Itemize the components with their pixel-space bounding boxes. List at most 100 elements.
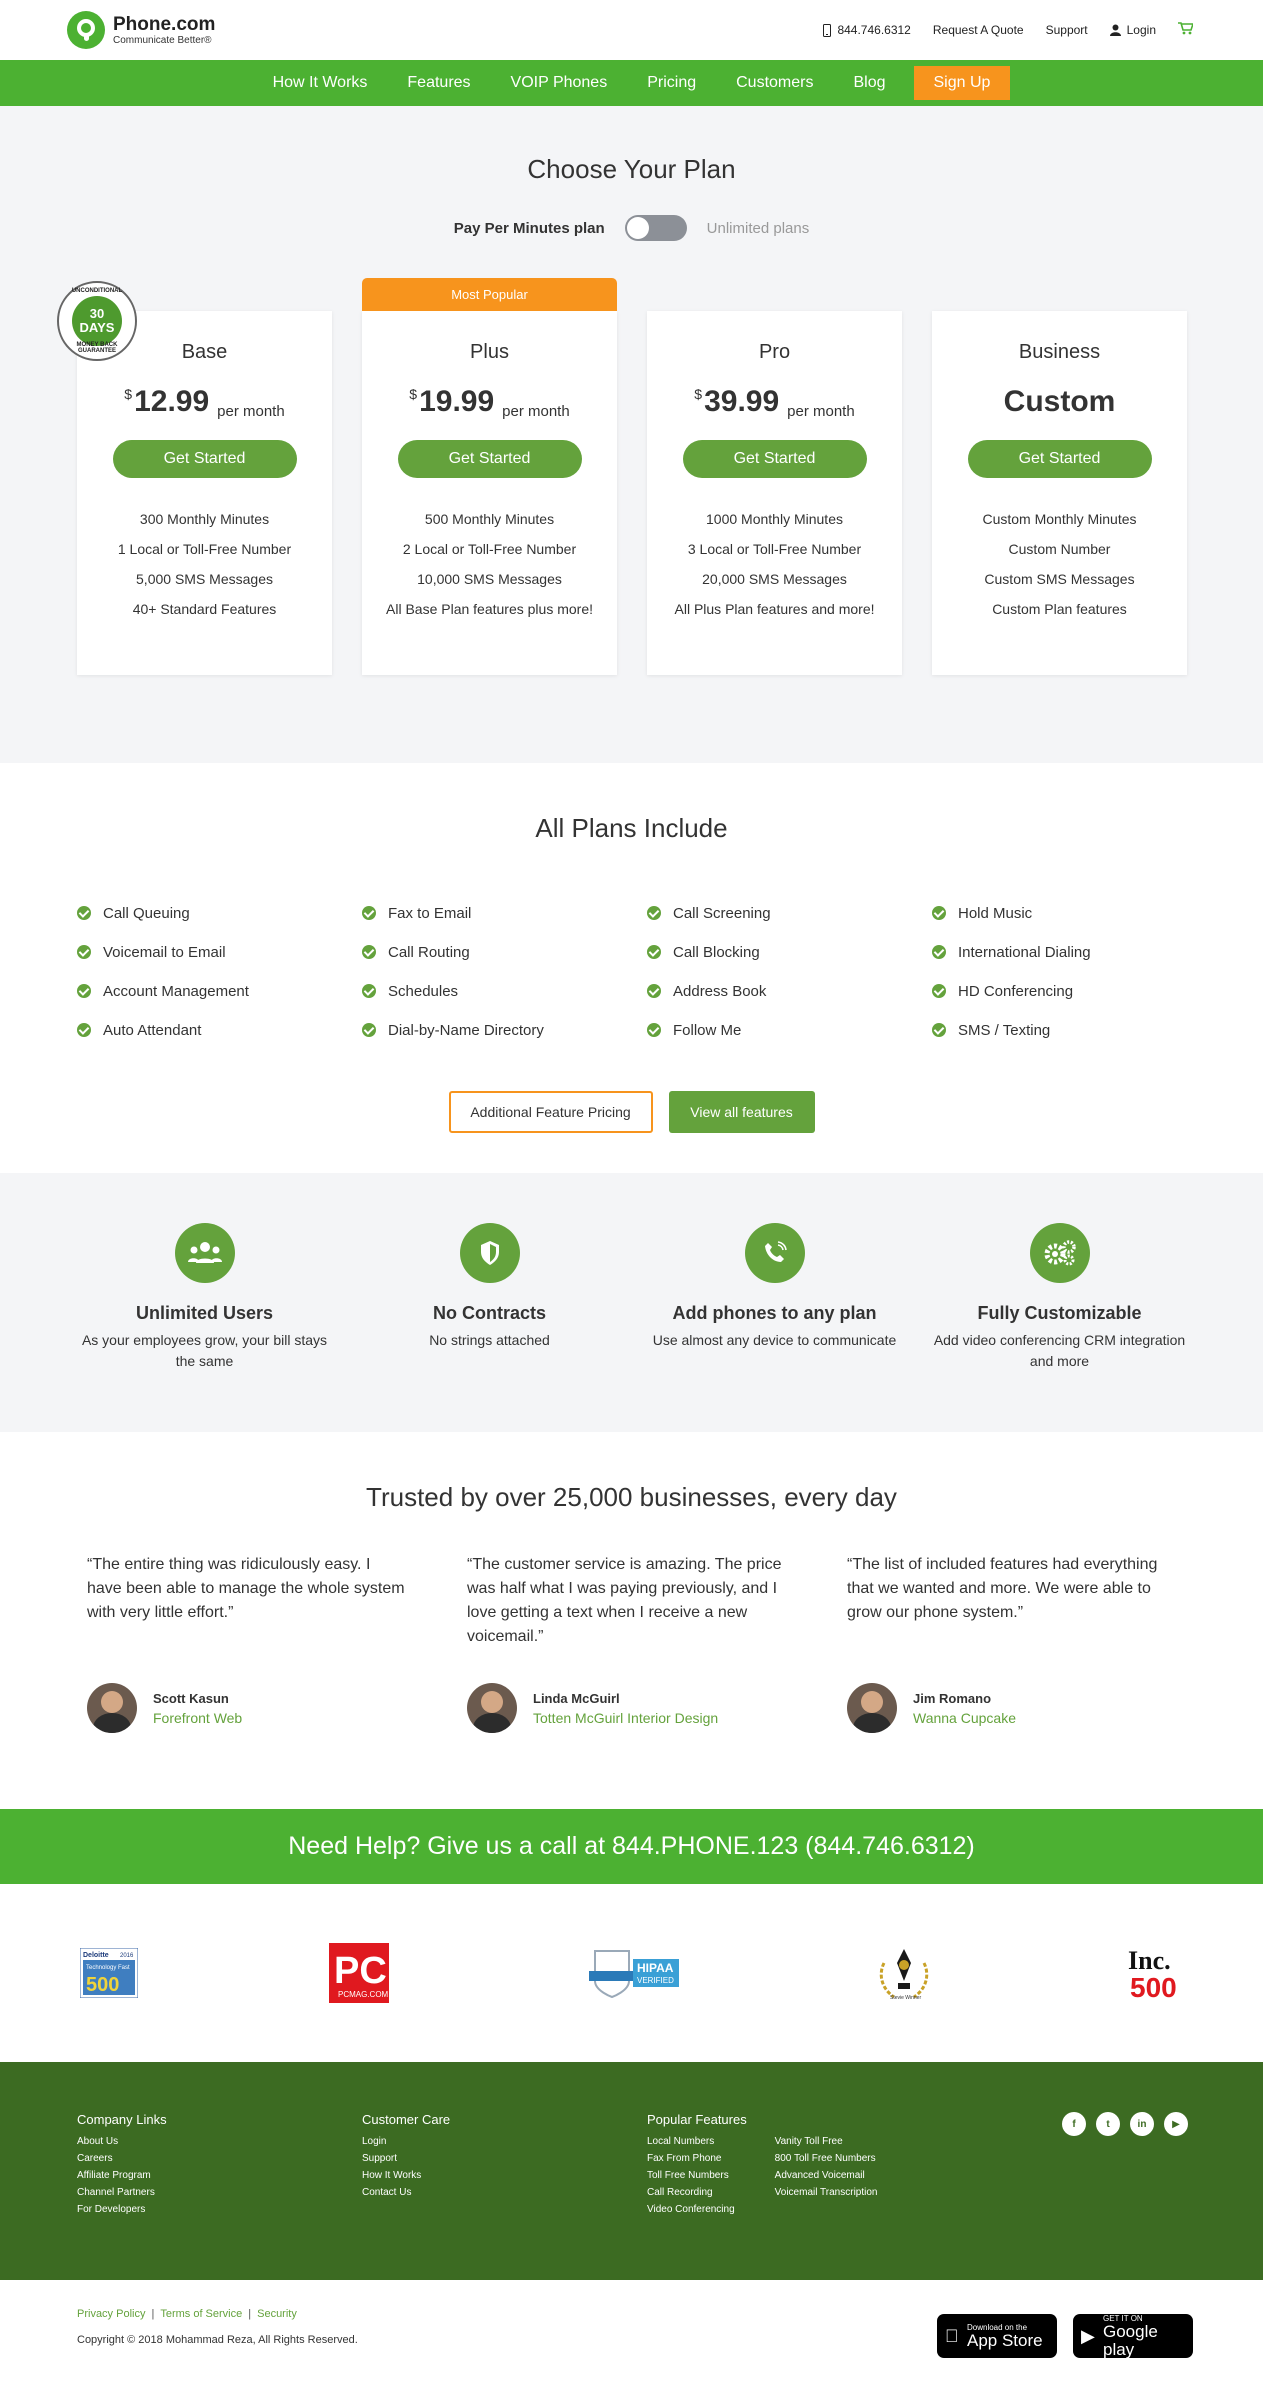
footer-link[interactable]: Fax From Phone [647, 2150, 735, 2167]
footer-link[interactable]: Login [362, 2133, 647, 2150]
help-banner[interactable]: Need Help? Give us a call at 844.PHONE.1… [0, 1809, 1263, 1884]
apple-icon:  [945, 2326, 959, 2347]
support-link[interactable]: Support [1046, 23, 1088, 37]
plan-type-switch[interactable] [624, 215, 687, 241]
check-icon [647, 984, 661, 998]
testimonial-name: Jim Romano [913, 1690, 992, 1706]
svg-text:Inc.: Inc. [1128, 1946, 1171, 1975]
footer-link[interactable]: Vanity Toll Free [775, 2133, 878, 2150]
request-quote-link[interactable]: Request A Quote [933, 23, 1024, 37]
list-item: Voicemail to Email [77, 943, 362, 961]
money-back-badge: UNCONDITIONAL 30 DAYS MONEY BACK GUARANT… [57, 281, 137, 361]
check-icon [77, 984, 91, 998]
list-item: HD Conferencing [932, 982, 1217, 1000]
get-started-button[interactable]: Get Started [112, 440, 297, 478]
check-icon [932, 1023, 946, 1037]
footer-link[interactable]: Channel Partners [77, 2184, 362, 2201]
check-icon [362, 984, 376, 998]
footer-link[interactable]: Video Conferencing [647, 2201, 735, 2218]
nav-customers[interactable]: Customers [716, 60, 833, 106]
phone-link[interactable]: 844.746.6312 [823, 23, 911, 37]
footer-link[interactable]: Affiliate Program [77, 2167, 362, 2184]
testimonial-company[interactable]: Forefront Web [153, 1710, 242, 1726]
testimonial-company[interactable]: Totten McGuirl Interior Design [533, 1710, 718, 1726]
plan-features: Custom Monthly Minutes Custom Number Cus… [932, 504, 1187, 624]
benefit-title: Add phones to any plan [672, 1303, 877, 1323]
plan-price: $ 39.99 per month [694, 385, 855, 420]
privacy-policy-link[interactable]: Privacy Policy [77, 2308, 145, 2320]
check-icon [932, 945, 946, 959]
user-icon [1109, 24, 1121, 36]
list-item: 1000 Monthly Minutes [706, 511, 843, 527]
view-all-features-button[interactable]: View all features [668, 1091, 815, 1133]
list-item: All Base Plan features plus more! [386, 601, 593, 617]
youtube-icon[interactable]: ▶ [1164, 2112, 1188, 2136]
list-item: 40+ Standard Features [132, 601, 277, 617]
check-icon [77, 906, 91, 920]
footer-popular-features: Popular Features Local Numbers Fax From … [647, 2112, 932, 2280]
signup-button[interactable]: Sign Up [913, 66, 1011, 100]
facebook-icon[interactable]: f [1062, 2112, 1086, 2136]
footer-link[interactable]: Local Numbers [647, 2133, 735, 2150]
terms-link[interactable]: Terms of Service [160, 2308, 242, 2320]
check-icon [362, 906, 376, 920]
testimonial-text: “The customer service is amazing. The pr… [467, 1556, 782, 1645]
security-link[interactable]: Security [257, 2308, 297, 2320]
list-item: Call Queuing [77, 904, 362, 922]
additional-feature-pricing-button[interactable]: Additional Feature Pricing [448, 1091, 653, 1133]
svg-text:VERIFIED: VERIFIED [637, 1976, 674, 1985]
svg-text:2016: 2016 [120, 1953, 134, 1959]
testimonial-text: “The list of included features had every… [847, 1556, 1158, 1621]
nav-voip-phones[interactable]: VOIP Phones [491, 60, 628, 106]
brand-name: Phone.com [113, 13, 216, 35]
login-link[interactable]: Login [1109, 23, 1156, 37]
twitter-icon[interactable]: t [1096, 2112, 1120, 2136]
google-play-badge[interactable]: ▶ GET IT ON Google play [1073, 2314, 1193, 2358]
check-icon [932, 984, 946, 998]
nav-pricing[interactable]: Pricing [627, 60, 716, 106]
footer-link[interactable]: Toll Free Numbers [647, 2167, 735, 2184]
switch-knob [626, 217, 649, 239]
footer-link[interactable]: About Us [77, 2133, 362, 2150]
testimonial-company[interactable]: Wanna Cupcake [913, 1710, 1016, 1726]
logo[interactable]: Phone.com Communicate Better® [67, 11, 215, 49]
linkedin-icon[interactable]: in [1130, 2112, 1154, 2136]
svg-text:PCMAG.COM: PCMAG.COM [338, 1990, 389, 1999]
list-item: 2 Local or Toll-Free Number [402, 541, 577, 557]
app-store-badge[interactable]:  Download on the App Store [937, 2314, 1057, 2358]
footer-heading: Popular Features [647, 2112, 747, 2127]
toggle-left-label: Pay Per Minutes plan [453, 219, 605, 237]
list-item: International Dialing [932, 943, 1217, 961]
cart-icon[interactable] [1178, 22, 1195, 38]
plan-name: Plus [470, 341, 509, 363]
awards-row: Deloitte 2016 Technology Fast 500 PC PCM… [0, 1884, 1263, 2062]
top-header: Phone.com Communicate Better® 844.746.63… [0, 0, 1263, 60]
footer-link[interactable]: For Developers [77, 2201, 362, 2218]
footer-link[interactable]: Voicemail Transcription [775, 2184, 878, 2201]
stevie-award-logo: Stevie Winner [872, 1943, 936, 2003]
all-plans-include-section: All Plans Include Call Queuing Fax to Em… [0, 763, 1263, 1173]
nav-features[interactable]: Features [387, 60, 490, 106]
plan-price: $ 12.99 per month [124, 385, 285, 420]
get-started-button[interactable]: Get Started [967, 440, 1152, 478]
footer-link[interactable]: Advanced Voicemail [775, 2167, 878, 2184]
plan-name: Business [1018, 341, 1101, 363]
benefit-desc: Use almost any device to communicate [652, 1332, 897, 1348]
nav-how-it-works[interactable]: How It Works [253, 60, 388, 106]
footer-link[interactable]: Support [362, 2150, 647, 2167]
social-links: f t in ▶ [1062, 2112, 1188, 2136]
list-item: 20,000 SMS Messages [702, 571, 847, 587]
get-started-button[interactable]: Get Started [397, 440, 582, 478]
plan-features: 300 Monthly Minutes 1 Local or Toll-Free… [77, 504, 332, 624]
nav-blog[interactable]: Blog [833, 60, 905, 106]
footer-link[interactable]: Call Recording [647, 2184, 735, 2201]
list-item: Custom Monthly Minutes [982, 511, 1137, 527]
footer-link[interactable]: 800 Toll Free Numbers [775, 2150, 878, 2167]
svg-text:500: 500 [1130, 1972, 1177, 2001]
footer-link[interactable]: Careers [77, 2150, 362, 2167]
get-started-button[interactable]: Get Started [682, 440, 867, 478]
footer-link[interactable]: Contact Us [362, 2184, 647, 2201]
check-icon [647, 1023, 661, 1037]
plan-name: Pro [758, 341, 791, 363]
footer-link[interactable]: How It Works [362, 2167, 647, 2184]
